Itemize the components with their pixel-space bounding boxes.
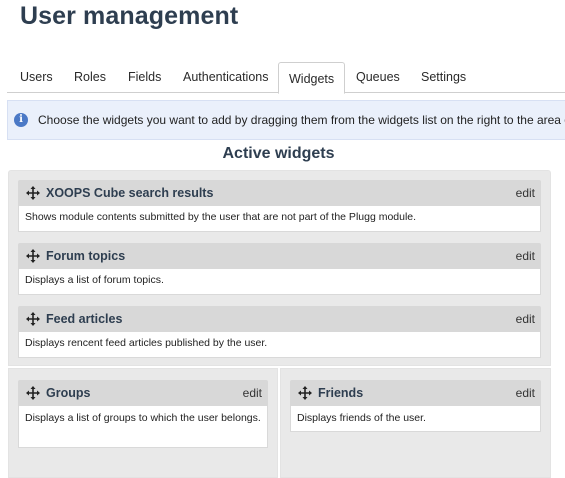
widget-header[interactable]: XOOPS Cube search results edit <box>18 180 541 206</box>
move-icon[interactable] <box>298 386 312 400</box>
edit-link[interactable]: edit <box>516 312 535 326</box>
info-icon: i <box>14 113 28 127</box>
widget-header[interactable]: Feed articles edit <box>18 306 541 332</box>
widget-description: Displays a list of groups to which the u… <box>18 406 268 448</box>
widget-description: Shows module contents submitted by the u… <box>18 206 541 232</box>
widget-groups[interactable]: Groups edit Displays a list of groups to… <box>18 380 268 448</box>
tab-bar: Users Roles Fields Authentications Widge… <box>7 62 565 94</box>
info-text: Choose the widgets you want to add by dr… <box>38 113 565 127</box>
page-title: User management <box>20 2 239 30</box>
tab-users[interactable]: Users <box>20 67 53 93</box>
move-icon[interactable] <box>26 249 40 263</box>
widget-description: Displays rencent feed articles published… <box>18 332 541 358</box>
widget-header[interactable]: Groups edit <box>18 380 268 406</box>
widget-title: Forum topics <box>46 249 126 263</box>
widget-description: Displays friends of the user. <box>290 406 541 432</box>
tab-authentications[interactable]: Authentications <box>183 67 268 93</box>
widget-feed-articles[interactable]: Feed articles edit Displays rencent feed… <box>18 306 541 358</box>
edit-link[interactable]: edit <box>516 186 535 200</box>
tab-fields[interactable]: Fields <box>128 67 161 93</box>
widget-title: XOOPS Cube search results <box>46 186 214 200</box>
widget-title: Friends <box>318 386 364 400</box>
edit-link[interactable]: edit <box>243 386 262 400</box>
widget-description: Displays a list of forum topics. <box>18 269 541 295</box>
widget-title: Groups <box>46 386 91 400</box>
widget-title: Feed articles <box>46 312 123 326</box>
widget-header[interactable]: Forum topics edit <box>18 243 541 269</box>
edit-link[interactable]: edit <box>516 386 535 400</box>
tab-settings[interactable]: Settings <box>421 67 466 93</box>
widget-xoops-cube-search-results[interactable]: XOOPS Cube search results edit Shows mod… <box>18 180 541 232</box>
move-icon[interactable] <box>26 186 40 200</box>
tab-widgets[interactable]: Widgets <box>278 62 346 94</box>
tab-roles[interactable]: Roles <box>74 67 106 93</box>
widget-header[interactable]: Friends edit <box>290 380 541 406</box>
move-icon[interactable] <box>26 386 40 400</box>
move-icon[interactable] <box>26 312 40 326</box>
info-message: i Choose the widgets you want to add by … <box>7 100 565 140</box>
widget-friends[interactable]: Friends edit Displays friends of the use… <box>290 380 541 432</box>
tab-queues[interactable]: Queues <box>356 67 400 93</box>
edit-link[interactable]: edit <box>516 249 535 263</box>
widget-forum-topics[interactable]: Forum topics edit Displays a list of for… <box>18 243 541 295</box>
active-widgets-title: Active widgets <box>222 145 335 162</box>
page: User management Users Roles Fields Authe… <box>0 0 565 478</box>
